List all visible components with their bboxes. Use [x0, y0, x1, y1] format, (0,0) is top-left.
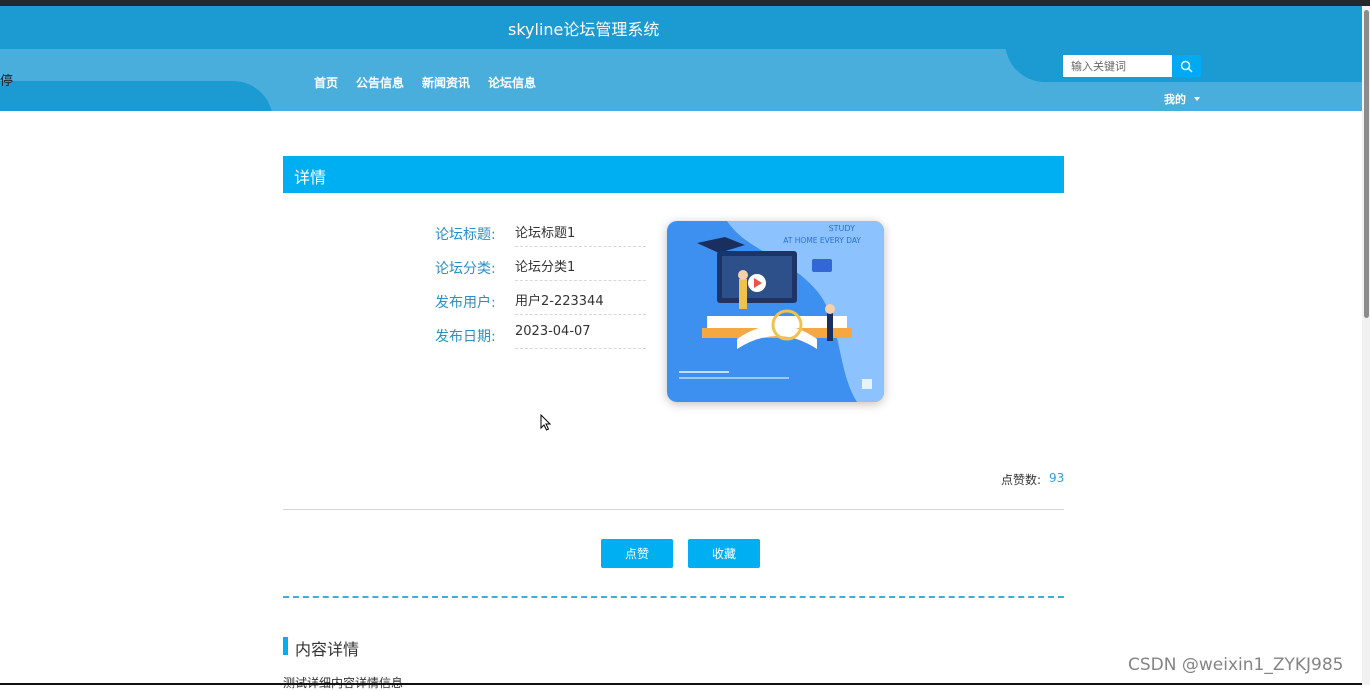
my-account-label: 我的: [1164, 93, 1186, 106]
my-account-menu[interactable]: 我的: [1164, 91, 1200, 107]
nav-notices[interactable]: 公告信息: [356, 74, 404, 91]
likes-info: 点赞数: 93: [1001, 471, 1064, 488]
field-label-date: 发布日期:: [435, 329, 496, 345]
detail-title: 详情: [294, 168, 327, 187]
header-left-decoration: [0, 81, 273, 111]
field-label-user: 发布用户:: [435, 295, 496, 311]
site-title: skyline论坛管理系统: [508, 20, 660, 39]
likes-count: 93: [1049, 471, 1065, 485]
field-value-title: 论坛标题1: [515, 222, 646, 247]
favorite-button[interactable]: 收藏: [688, 539, 760, 568]
caret-down-icon: [1194, 97, 1200, 101]
image-text-study: STUDY: [829, 224, 856, 233]
nav-news[interactable]: 新闻资讯: [422, 74, 470, 91]
detail-header-bar: 详情: [283, 156, 1064, 193]
field-value-category: 论坛分类1: [515, 256, 646, 281]
watermark: CSDN @weixin1_ZYKJ985: [1128, 655, 1344, 675]
site-header: skyline论坛管理系统 停 首页 公告信息 新闻资讯 论坛信息 我的: [0, 6, 1362, 111]
field-value-user: 用户2-223344: [515, 290, 646, 315]
main-nav: 首页 公告信息 新闻资讯 论坛信息: [314, 74, 536, 91]
image-text-subtitle: AT HOME EVERY DAY: [783, 236, 861, 245]
search-button[interactable]: [1172, 55, 1201, 77]
forum-image: STUDY AT HOME EVERY DAY: [667, 221, 884, 402]
search-icon: [1180, 60, 1193, 72]
section-marker: [283, 637, 288, 655]
like-button[interactable]: 点赞: [601, 539, 673, 568]
nav-home[interactable]: 首页: [314, 74, 338, 91]
field-label-category: 论坛分类:: [435, 261, 496, 277]
dashed-divider: [283, 596, 1064, 598]
field-label-title: 论坛标题:: [435, 227, 496, 243]
content-section-title: 内容详情: [295, 640, 360, 659]
study-illustration: STUDY AT HOME EVERY DAY: [667, 221, 884, 402]
scrollbar-thumb[interactable]: [1364, 10, 1369, 318]
search-input[interactable]: [1063, 55, 1172, 77]
field-value-date: 2023-04-07: [515, 324, 646, 349]
nav-forum[interactable]: 论坛信息: [488, 74, 536, 91]
divider: [283, 509, 1064, 510]
likes-label: 点赞数:: [1001, 473, 1042, 487]
header-left-text-fragment: 停: [0, 74, 14, 89]
mouse-cursor-icon: [540, 414, 552, 431]
